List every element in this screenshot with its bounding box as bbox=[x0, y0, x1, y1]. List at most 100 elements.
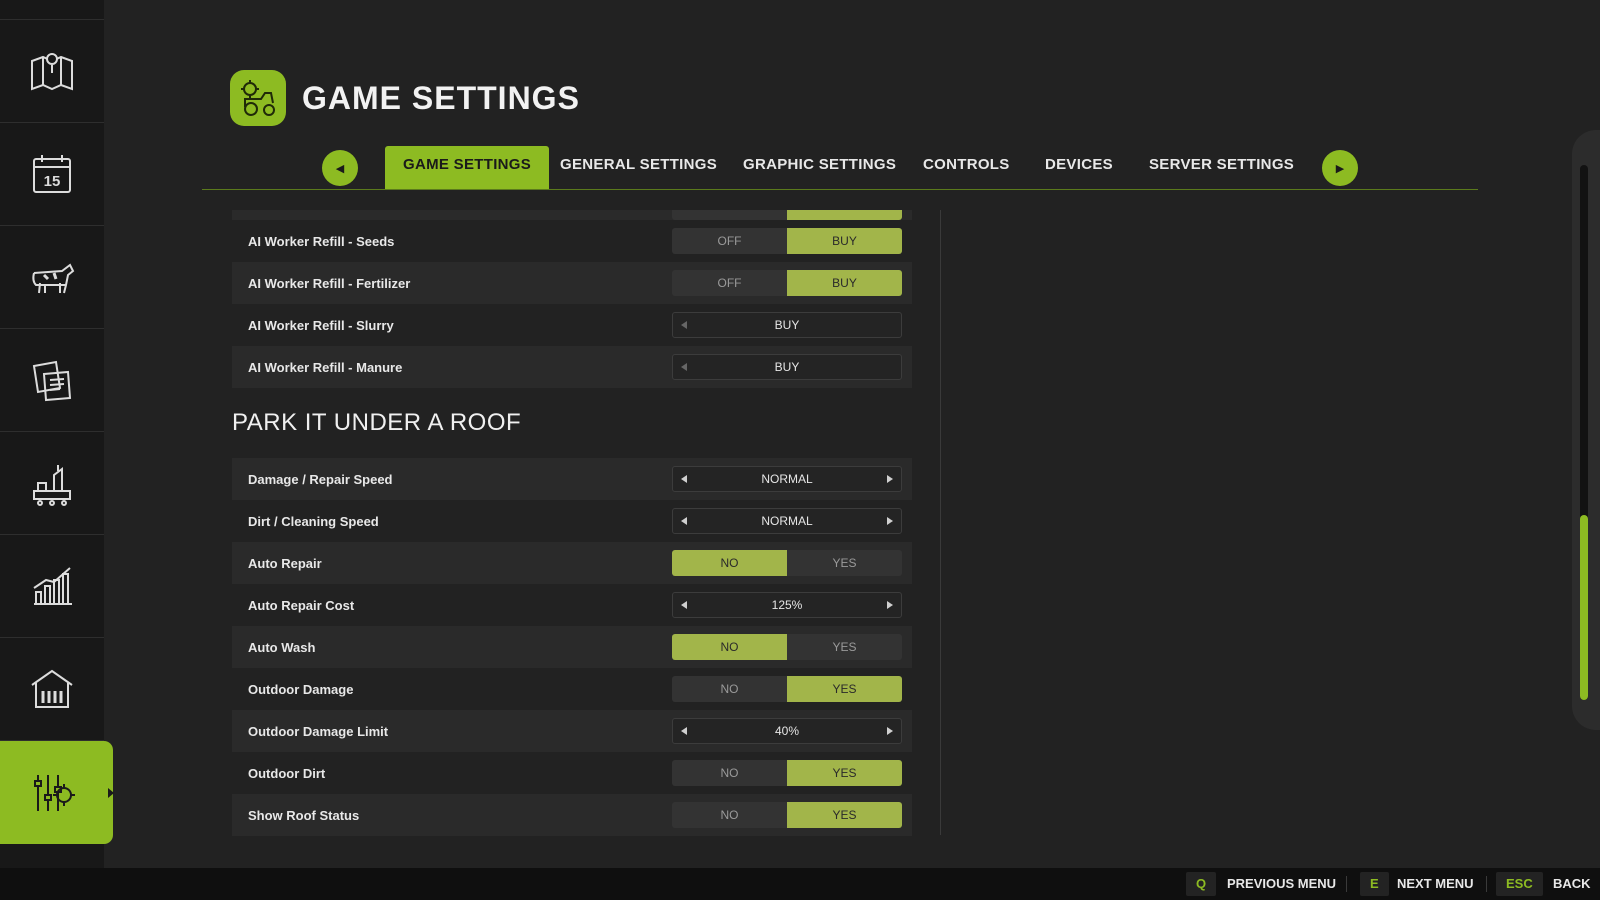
tractor-gear-icon bbox=[241, 80, 275, 116]
setting-outdoor-damage: Outdoor Damage NO YES bbox=[232, 668, 912, 710]
setting-label: AI Worker Refill - Manure bbox=[248, 359, 403, 375]
arrow-right-icon[interactable] bbox=[887, 475, 893, 483]
toggle-ai-refill-seeds[interactable]: OFF BUY bbox=[672, 228, 902, 254]
setting-label: Auto Repair Cost bbox=[248, 597, 355, 613]
toggle-option-yes[interactable]: YES bbox=[787, 676, 902, 702]
contracts-icon bbox=[32, 360, 72, 402]
stepper-dirt-cleaning-speed[interactable]: NORMAL bbox=[672, 508, 902, 534]
toggle-option-no[interactable]: NO bbox=[672, 634, 787, 660]
arrow-right-icon[interactable] bbox=[887, 601, 893, 609]
next-menu-button[interactable]: NEXT MENU bbox=[1397, 872, 1474, 896]
toggle-option-yes[interactable]: YES bbox=[787, 760, 902, 786]
footer-separator bbox=[1346, 876, 1347, 892]
stepper-damage-repair-speed[interactable]: NORMAL bbox=[672, 466, 902, 492]
page-icon bbox=[230, 70, 286, 126]
toggle-option-no[interactable]: NO bbox=[672, 676, 787, 702]
key-hint-esc: ESC bbox=[1496, 872, 1543, 896]
stepper-ai-refill-slurry[interactable]: BUY bbox=[672, 312, 902, 338]
key-hint-q: Q bbox=[1186, 872, 1217, 896]
toggle-option-buy[interactable]: BUY bbox=[787, 228, 902, 254]
sidebar-item-production[interactable] bbox=[0, 432, 104, 535]
toggle-option-yes[interactable]: YES bbox=[787, 550, 902, 576]
setting-label: Auto Wash bbox=[248, 639, 316, 655]
tab-graphic-settings[interactable]: GRAPHIC SETTINGS bbox=[743, 146, 896, 189]
setting-label: Dirt / Cleaning Speed bbox=[248, 513, 379, 529]
chevron-right-icon: ▶ bbox=[1335, 162, 1345, 175]
sidebar: 15 bbox=[0, 0, 114, 868]
toggle-auto-repair[interactable]: NO YES bbox=[672, 550, 902, 576]
arrow-right-icon[interactable] bbox=[887, 727, 893, 735]
partial-toggle-on[interactable] bbox=[787, 210, 902, 220]
production-icon bbox=[33, 465, 71, 506]
toggle-outdoor-damage[interactable]: NO YES bbox=[672, 676, 902, 702]
setting-ai-refill-slurry: AI Worker Refill - Slurry BUY bbox=[232, 304, 912, 346]
sidebar-item-statistics[interactable] bbox=[0, 535, 104, 638]
scrollbar-thumb[interactable] bbox=[1580, 515, 1588, 700]
partial-toggle[interactable] bbox=[672, 210, 902, 220]
stepper-outdoor-damage-limit[interactable]: 40% bbox=[672, 718, 902, 744]
tab-game-settings[interactable]: GAME SETTINGS bbox=[385, 146, 550, 189]
setting-show-roof-status: Show Roof Status NO YES bbox=[232, 794, 912, 836]
map-icon bbox=[31, 53, 73, 91]
setting-label: Outdoor Damage Limit bbox=[248, 723, 389, 739]
footer-bar: Q PREVIOUS MENU E NEXT MENU ESC BACK bbox=[0, 868, 1600, 900]
tab-controls[interactable]: CONTROLS bbox=[923, 146, 1010, 189]
toggle-show-roof-status[interactable]: NO YES bbox=[672, 802, 902, 828]
toggle-option-no[interactable]: NO bbox=[672, 802, 787, 828]
cow-icon bbox=[32, 263, 75, 294]
tab-server-settings[interactable]: SERVER SETTINGS bbox=[1149, 146, 1294, 189]
stepper-ai-refill-manure[interactable]: BUY bbox=[672, 354, 902, 380]
toggle-option-yes[interactable]: YES bbox=[787, 802, 902, 828]
back-button[interactable]: BACK bbox=[1553, 872, 1591, 896]
settings-list: AI Worker Refill - Seeds OFF BUY AI Work… bbox=[232, 210, 912, 836]
tab-prev-button[interactable]: ◀ bbox=[322, 150, 358, 186]
calendar-icon: 15 bbox=[33, 155, 71, 193]
stepper-value: 125% bbox=[771, 598, 803, 612]
setting-label: Outdoor Damage bbox=[248, 681, 354, 697]
sidebar-item-settings[interactable] bbox=[0, 741, 114, 844]
setting-label: AI Worker Refill - Seeds bbox=[248, 233, 395, 249]
stepper-value: 40% bbox=[774, 724, 800, 738]
arrow-right-icon[interactable] bbox=[887, 517, 893, 525]
setting-label: Auto Repair bbox=[248, 555, 322, 571]
stepper-auto-repair-cost[interactable]: 125% bbox=[672, 592, 902, 618]
sidebar-item-contracts[interactable] bbox=[0, 329, 104, 432]
sidebar-top-cap bbox=[0, 0, 104, 20]
tab-general-settings[interactable]: GENERAL SETTINGS bbox=[560, 146, 717, 189]
setting-damage-repair-speed: Damage / Repair Speed NORMAL bbox=[232, 458, 912, 500]
setting-ai-refill-fertilizer: AI Worker Refill - Fertilizer OFF BUY bbox=[232, 262, 912, 304]
stepper-value: BUY bbox=[774, 360, 800, 374]
setting-label: Show Roof Status bbox=[248, 807, 360, 823]
toggle-option-off[interactable]: OFF bbox=[672, 270, 787, 296]
toggle-option-off[interactable]: OFF bbox=[672, 228, 787, 254]
toggle-ai-refill-fertilizer[interactable]: OFF BUY bbox=[672, 270, 902, 296]
tab-bar: ◀ GAME SETTINGS GENERAL SETTINGS GRAPHIC… bbox=[202, 146, 1478, 190]
setting-label: Outdoor Dirt bbox=[248, 765, 326, 781]
setting-label: AI Worker Refill - Fertilizer bbox=[248, 275, 411, 291]
toggle-auto-wash[interactable]: NO YES bbox=[672, 634, 902, 660]
toggle-option-no[interactable]: NO bbox=[672, 550, 787, 576]
sidebar-item-animals[interactable] bbox=[0, 226, 104, 329]
partial-toggle-off[interactable] bbox=[672, 210, 787, 220]
tab-next-button[interactable]: ▶ bbox=[1322, 150, 1358, 186]
previous-menu-button[interactable]: PREVIOUS MENU bbox=[1227, 872, 1336, 896]
tab-devices[interactable]: DEVICES bbox=[1045, 146, 1113, 189]
section-title: PARK IT UNDER A ROOF bbox=[232, 409, 522, 436]
setting-auto-repair: Auto Repair NO YES bbox=[232, 542, 912, 584]
sidebar-item-map[interactable] bbox=[0, 20, 104, 123]
page-title: GAME SETTINGS bbox=[302, 80, 580, 116]
sidebar-item-farm[interactable] bbox=[0, 638, 104, 741]
stepper-value: BUY bbox=[774, 318, 800, 332]
setting-outdoor-damage-limit: Outdoor Damage Limit 40% bbox=[232, 710, 912, 752]
setting-ai-refill-manure: AI Worker Refill - Manure BUY bbox=[232, 346, 912, 388]
toggle-option-no[interactable]: NO bbox=[672, 760, 787, 786]
toggle-option-yes[interactable]: YES bbox=[787, 634, 902, 660]
panel-divider bbox=[940, 210, 941, 835]
sidebar-item-calendar[interactable]: 15 bbox=[0, 123, 104, 226]
toggle-option-buy[interactable]: BUY bbox=[787, 270, 902, 296]
chevron-left-icon: ◀ bbox=[335, 162, 345, 175]
toggle-outdoor-dirt[interactable]: NO YES bbox=[672, 760, 902, 786]
setting-ai-refill-seeds: AI Worker Refill - Seeds OFF BUY bbox=[232, 220, 912, 262]
barn-icon bbox=[31, 669, 73, 708]
calendar-day-number: 15 bbox=[44, 173, 61, 190]
